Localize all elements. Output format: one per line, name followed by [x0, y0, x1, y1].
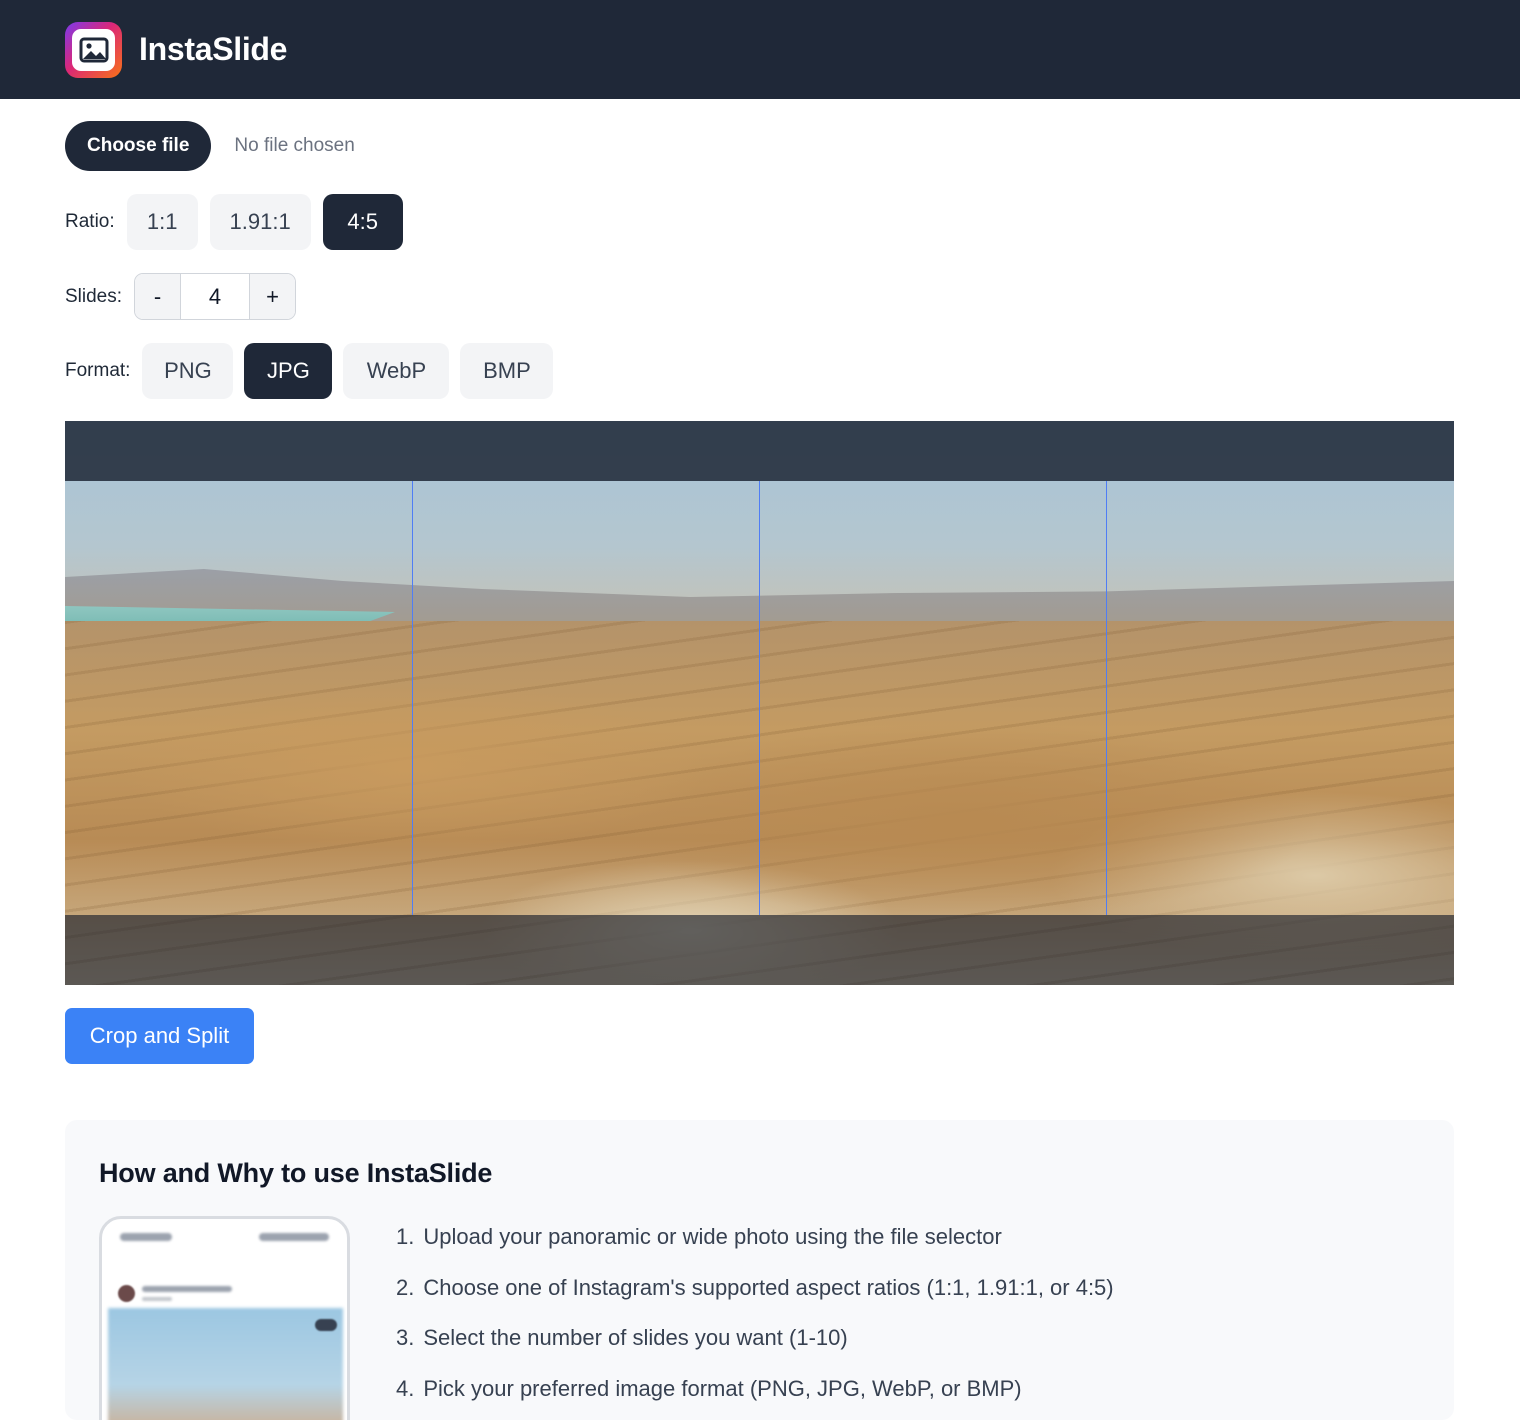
main-content: Choose file No file chosen Ratio: 1:1 1.…: [0, 121, 1520, 1420]
step-text: Pick your preferred image format (PNG, J…: [423, 1375, 1022, 1401]
list-item: 1. Upload your panoramic or wide photo us…: [396, 1212, 1114, 1263]
slide-divider: [1106, 481, 1107, 915]
slides-stepper: - 4 +: [134, 273, 297, 320]
file-status: No file chosen: [234, 135, 355, 156]
list-item: 4. Pick your preferred image format (PNG,…: [396, 1364, 1114, 1415]
step-text: Upload your panoramic or wide photo usin…: [423, 1224, 1002, 1250]
ratio-option-4-5[interactable]: 4:5: [322, 194, 403, 250]
phone-status-bar: [120, 1233, 329, 1241]
ratio-option-1-91-1[interactable]: 1.91:1: [209, 194, 311, 250]
app-header: InstaSlide: [0, 0, 1520, 99]
how-to-steps: 1. Upload your panoramic or wide photo us…: [396, 1212, 1114, 1414]
step-text: Select the number of slides you want (1-…: [423, 1325, 848, 1351]
format-option-webp[interactable]: WebP: [343, 343, 450, 399]
image-preview[interactable]: [65, 421, 1454, 985]
step-number: 4.: [396, 1375, 415, 1401]
app-logo: [65, 21, 122, 78]
phone-avatar: [118, 1285, 135, 1302]
step-number: 1.: [396, 1224, 415, 1250]
image-icon: [72, 28, 115, 71]
format-row: Format: PNG JPG WebP BMP: [65, 343, 1455, 399]
list-item: 3. Select the number of slides you want (…: [396, 1313, 1114, 1364]
format-option-bmp[interactable]: BMP: [460, 343, 554, 399]
step-text: Choose one of Instagram's supported aspe…: [423, 1274, 1114, 1300]
slides-decrement-button[interactable]: -: [135, 274, 181, 319]
phone-status-left: [120, 1233, 172, 1241]
phone-post-photo: [108, 1308, 343, 1420]
crop-mask-bottom: [65, 915, 1454, 985]
app-title: InstaSlide: [139, 31, 288, 67]
how-to-panel: How and Why to use InstaSlide 1. Upload y…: [65, 1120, 1454, 1420]
ratio-option-1-1[interactable]: 1:1: [126, 194, 198, 250]
choose-file-button[interactable]: Choose file: [65, 121, 212, 171]
slides-row: Slides: - 4 +: [65, 273, 1455, 320]
slide-divider: [412, 481, 413, 915]
slides-label: Slides:: [65, 285, 123, 307]
crop-mask-top: [65, 421, 1454, 481]
step-number: 2.: [396, 1274, 415, 1300]
phone-mockup-image: [99, 1216, 350, 1420]
format-option-jpg[interactable]: JPG: [244, 343, 333, 399]
ratio-label: Ratio:: [65, 211, 115, 232]
list-item: 2. Choose one of Instagram's supported as…: [396, 1263, 1114, 1314]
phone-location: [142, 1297, 172, 1301]
phone-status-right: [259, 1233, 329, 1241]
phone-username: [142, 1286, 232, 1292]
format-option-png[interactable]: PNG: [142, 343, 234, 399]
how-to-title: How and Why to use InstaSlide: [99, 1158, 493, 1188]
crop-and-split-button[interactable]: Crop and Split: [65, 1008, 254, 1064]
slides-increment-button[interactable]: +: [250, 274, 296, 319]
phone-slide-badge: [315, 1319, 337, 1331]
format-label: Format:: [65, 360, 131, 381]
step-number: 3.: [396, 1325, 415, 1351]
ratio-row: Ratio: 1:1 1.91:1 4:5: [65, 194, 1455, 250]
file-picker: Choose file No file chosen: [65, 121, 1455, 171]
slide-divider: [759, 481, 760, 915]
slides-count-input[interactable]: 4: [180, 274, 251, 319]
